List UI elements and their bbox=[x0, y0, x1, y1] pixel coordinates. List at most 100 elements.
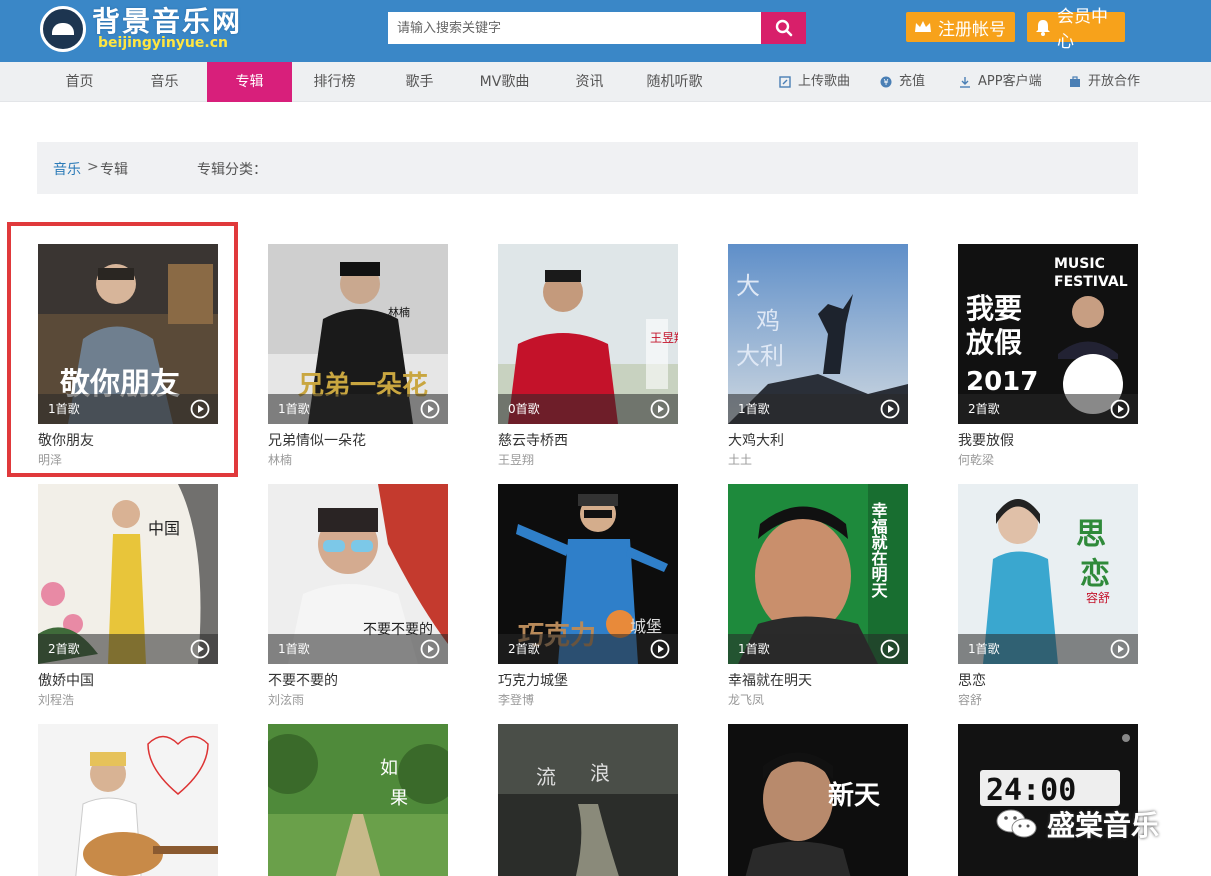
album-cover[interactable]: 不要不要的 1首歌 bbox=[268, 484, 448, 664]
nav-cooperation-label: 开放合作 bbox=[1088, 74, 1141, 89]
search-icon bbox=[775, 19, 792, 37]
member-center-button[interactable]: 会员中心 bbox=[1027, 7, 1125, 52]
album-title[interactable]: 兄弟情似一朵花 bbox=[268, 430, 366, 450]
nav-app-label: APP客户端 bbox=[978, 74, 1042, 89]
svg-text:放假: 放假 bbox=[965, 326, 1022, 359]
album-artist[interactable]: 明泽 bbox=[38, 451, 62, 468]
album-cover[interactable]: 24:00 bbox=[958, 724, 1138, 876]
album-title[interactable]: 大鸡大利 bbox=[728, 430, 784, 450]
song-count: 0首歌 bbox=[508, 402, 540, 416]
nav-cooperation[interactable]: 开放合作 bbox=[1069, 62, 1140, 102]
nav-album[interactable]: 专辑 bbox=[207, 62, 292, 102]
breadcrumb: 音乐 > 专辑 专辑分类： bbox=[37, 142, 1138, 194]
play-icon[interactable] bbox=[420, 399, 440, 419]
album-cover[interactable]: 如 果 bbox=[268, 724, 448, 876]
svg-text:MUSIC: MUSIC bbox=[1054, 256, 1105, 272]
play-icon[interactable] bbox=[650, 399, 670, 419]
album-title[interactable]: 慈云寺桥西 bbox=[498, 430, 568, 450]
play-icon[interactable] bbox=[420, 639, 440, 659]
album-cover[interactable]: 林楠 兄弟一朵花 1首歌 bbox=[268, 244, 448, 424]
nav-app[interactable]: APP客户端 bbox=[959, 62, 1042, 102]
search-button[interactable] bbox=[761, 12, 806, 44]
album-card: 大 鸡 大利 1首歌 大鸡大利 土土 bbox=[728, 244, 908, 484]
nav-music[interactable]: 音乐 bbox=[122, 62, 207, 102]
song-count: 1首歌 bbox=[278, 402, 310, 416]
svg-text:大利: 大利 bbox=[736, 342, 784, 370]
album-cover[interactable]: 大 鸡 大利 1首歌 bbox=[728, 244, 908, 424]
svg-text:恋: 恋 bbox=[1080, 557, 1110, 592]
nav-singers[interactable]: 歌手 bbox=[377, 62, 462, 102]
breadcrumb-music-link[interactable]: 音乐 bbox=[53, 159, 81, 179]
song-count: 1首歌 bbox=[48, 402, 80, 416]
svg-text:如: 如 bbox=[380, 758, 398, 779]
album-cover[interactable]: 新天 bbox=[728, 724, 908, 876]
album-cover[interactable]: 幸福就在明天 1首歌 bbox=[728, 484, 908, 664]
watermark: 盛棠音乐 bbox=[995, 804, 1159, 844]
album-title[interactable]: 思恋 bbox=[958, 670, 986, 690]
play-icon[interactable] bbox=[880, 639, 900, 659]
nav-recharge[interactable]: ¥ 充值 bbox=[880, 62, 925, 102]
svg-text:鸡: 鸡 bbox=[756, 307, 780, 335]
svg-text:思: 思 bbox=[1076, 517, 1106, 552]
album-artist[interactable]: 林楠 bbox=[268, 451, 292, 468]
svg-text:24:00: 24:00 bbox=[986, 773, 1076, 808]
album-title[interactable]: 不要不要的 bbox=[268, 670, 338, 690]
nav-upload-label: 上传歌曲 bbox=[798, 74, 851, 89]
nav-home[interactable]: 首页 bbox=[37, 62, 122, 102]
album-card bbox=[38, 724, 218, 876]
album-title[interactable]: 幸福就在明天 bbox=[728, 670, 812, 690]
svg-text:幸福就在明天: 幸福就在明天 bbox=[869, 501, 889, 599]
album-title[interactable]: 傲娇中国 bbox=[38, 670, 94, 690]
svg-text:王昱翔: 王昱翔 bbox=[650, 331, 678, 345]
logo-domain: beijingyinyue.cn bbox=[98, 35, 228, 51]
album-artist[interactable]: 刘泫雨 bbox=[268, 691, 304, 708]
album-cover[interactable]: 中国 2首歌 bbox=[38, 484, 218, 664]
svg-text:¥: ¥ bbox=[883, 78, 888, 87]
nav-recharge-label: 充值 bbox=[899, 74, 926, 89]
play-icon[interactable] bbox=[1110, 639, 1130, 659]
gramophone-icon bbox=[40, 6, 86, 52]
play-icon[interactable] bbox=[880, 399, 900, 419]
play-icon[interactable] bbox=[1110, 399, 1130, 419]
nav-upload[interactable]: 上传歌曲 bbox=[779, 62, 850, 102]
album-title[interactable]: 我要放假 bbox=[958, 430, 1014, 450]
nav-mv[interactable]: MV歌曲 bbox=[462, 62, 547, 102]
svg-text:果: 果 bbox=[390, 788, 408, 809]
album-title[interactable]: 巧克力城堡 bbox=[498, 670, 568, 690]
search-input[interactable] bbox=[388, 12, 761, 44]
song-count: 2首歌 bbox=[48, 642, 80, 656]
album-cover[interactable] bbox=[38, 724, 218, 876]
album-title[interactable]: 敬你朋友 bbox=[38, 430, 94, 450]
album-cover[interactable]: 巧克力 城堡 2首歌 bbox=[498, 484, 678, 664]
download-icon bbox=[960, 77, 970, 88]
nav-news[interactable]: 资讯 bbox=[547, 62, 632, 102]
play-icon[interactable] bbox=[190, 639, 210, 659]
register-button[interactable]: 注册帐号 bbox=[906, 12, 1015, 42]
site-logo[interactable]: 背景音乐网 beijingyinyue.cn bbox=[40, 2, 260, 58]
svg-text:流: 流 bbox=[536, 765, 556, 789]
album-artist[interactable]: 土土 bbox=[728, 451, 752, 468]
breadcrumb-separator: > bbox=[87, 159, 99, 175]
svg-text:林楠: 林楠 bbox=[388, 305, 410, 319]
album-card: 幸福就在明天 1首歌 幸福就在明天 龙飞凤 bbox=[728, 484, 908, 724]
album-cover[interactable]: 敬你朋友 1首歌 bbox=[38, 244, 218, 424]
album-card: 新天 bbox=[728, 724, 908, 876]
album-artist[interactable]: 容舒 bbox=[958, 691, 982, 708]
play-icon[interactable] bbox=[650, 639, 670, 659]
album-cover[interactable]: 王昱翔 0首歌 bbox=[498, 244, 678, 424]
album-artist[interactable]: 何乾梁 bbox=[958, 451, 994, 468]
album-cover[interactable]: MUSIC FESTIVAL 我要 放假 2017 2首歌 bbox=[958, 244, 1138, 424]
svg-text:浪: 浪 bbox=[590, 761, 610, 785]
album-artist[interactable]: 王昱翔 bbox=[498, 451, 534, 468]
album-cover[interactable]: 流 浪 bbox=[498, 724, 678, 876]
album-artist[interactable]: 李登博 bbox=[498, 691, 534, 708]
watermark-text: 盛棠音乐 bbox=[1047, 809, 1160, 842]
album-artist[interactable]: 刘程浩 bbox=[38, 691, 74, 708]
album-artist[interactable]: 龙飞凤 bbox=[728, 691, 764, 708]
nav-random[interactable]: 随机听歌 bbox=[632, 62, 717, 102]
nav-charts[interactable]: 排行榜 bbox=[292, 62, 377, 102]
svg-text:新天: 新天 bbox=[828, 780, 880, 811]
album-cover[interactable]: 思 恋 容舒 1首歌 bbox=[958, 484, 1138, 664]
play-icon[interactable] bbox=[190, 399, 210, 419]
search-bar bbox=[388, 12, 806, 44]
